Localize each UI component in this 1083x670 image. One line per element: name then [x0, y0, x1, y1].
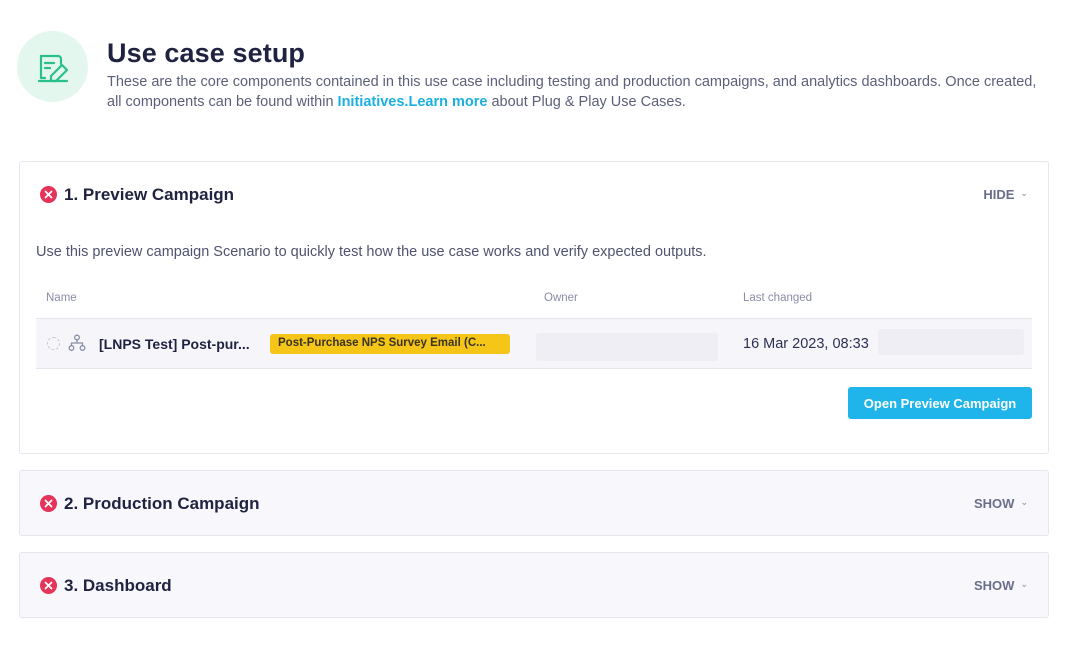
column-header-last-changed[interactable]: Last changed — [743, 292, 812, 304]
column-header-name[interactable]: Name — [46, 292, 77, 304]
panel-header[interactable]: 3. Dashboard SHOW ⌄ — [20, 553, 1048, 619]
chevron-down-icon: ⌄ — [1020, 579, 1028, 589]
page-header: Use case setup These are the core compon… — [17, 31, 1057, 111]
page-title: Use case setup — [107, 38, 306, 68]
error-x-icon — [40, 495, 57, 512]
last-changed-cell: 16 Mar 2023, 08:33 — [743, 336, 869, 352]
production-campaign-panel[interactable]: 2. Production Campaign SHOW ⌄ — [19, 470, 1049, 536]
error-x-icon — [40, 577, 57, 594]
scenario-flow-icon — [68, 334, 86, 352]
show-toggle[interactable]: SHOW ⌄ — [974, 578, 1028, 593]
campaign-name[interactable]: [LNPS Test] Post-pur... — [99, 336, 250, 352]
description-text-end: about Plug & Play Use Cases. — [487, 93, 686, 110]
row-actions-placeholder — [878, 329, 1024, 355]
table-row[interactable]: [LNPS Test] Post-pur... Post-Purchase NP… — [36, 318, 1032, 369]
column-header-owner[interactable]: Owner — [544, 292, 578, 304]
page-description: These are the core components contained … — [107, 73, 1037, 112]
toggle-label: SHOW — [974, 578, 1015, 593]
preview-campaign-panel: 1. Preview Campaign HIDE ⌄ Use this prev… — [19, 161, 1049, 454]
error-x-icon — [40, 186, 57, 203]
hide-toggle[interactable]: HIDE ⌄ — [983, 187, 1028, 202]
dashboard-panel[interactable]: 3. Dashboard SHOW ⌄ — [19, 552, 1049, 618]
learn-more-link[interactable]: Learn more — [408, 94, 487, 110]
panel-description: Use this preview campaign Scenario to qu… — [36, 244, 707, 260]
panel-title: 1. Preview Campaign — [64, 185, 235, 204]
use-case-badge: Post-Purchase NPS Survey Email (C... — [270, 334, 510, 354]
status-indicator-icon — [47, 337, 60, 350]
initiatives-link[interactable]: Initiatives. — [338, 94, 409, 110]
toggle-label: HIDE — [983, 187, 1015, 202]
chevron-down-icon: ⌄ — [1020, 497, 1028, 507]
owner-cell — [536, 333, 718, 361]
show-toggle[interactable]: SHOW ⌄ — [974, 496, 1028, 511]
document-edit-icon — [17, 31, 88, 102]
panel-header[interactable]: 1. Preview Campaign HIDE ⌄ — [20, 162, 1048, 228]
toggle-label: SHOW — [974, 496, 1015, 511]
panel-header[interactable]: 2. Production Campaign SHOW ⌄ — [20, 471, 1048, 537]
open-preview-campaign-button[interactable]: Open Preview Campaign — [848, 387, 1032, 419]
panel-title: 3. Dashboard — [64, 576, 172, 595]
chevron-down-icon: ⌄ — [1020, 188, 1028, 198]
panel-title: 2. Production Campaign — [64, 494, 260, 513]
